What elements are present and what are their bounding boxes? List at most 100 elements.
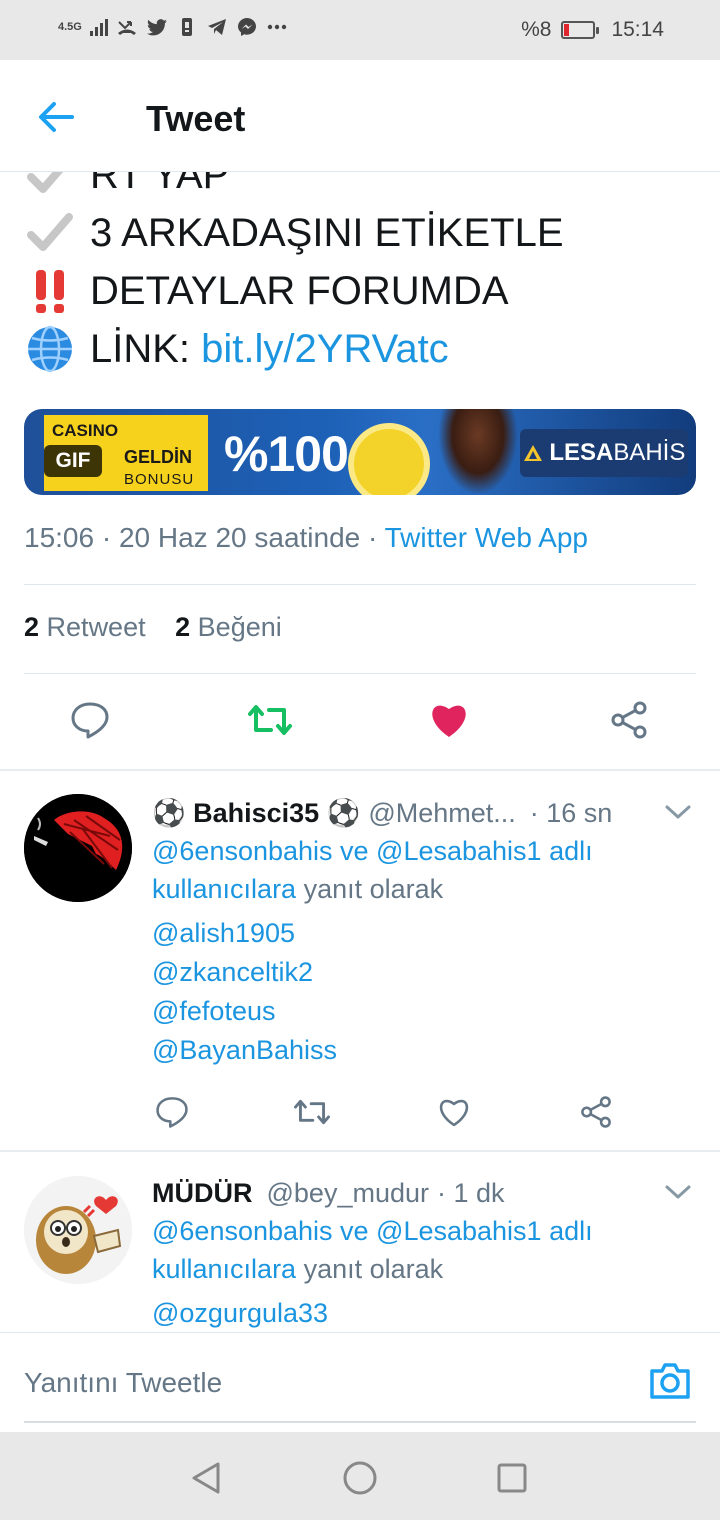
share-icon[interactable]	[603, 694, 655, 746]
tweet-line: LİNK: bit.ly/2YRVatc	[24, 320, 704, 378]
battery-percent: %8	[521, 18, 552, 41]
back-arrow-icon[interactable]	[36, 96, 78, 138]
app-header: Tweet	[0, 60, 720, 172]
like-heart-icon[interactable]	[423, 694, 475, 746]
tweet-media-gif[interactable]: CASINO GELDİN BONUSU GIF %100 LESABAHİS	[24, 409, 696, 495]
reply-mentions: @alish1905 @zkanceltik2 @fefoteus @Bayan…	[152, 914, 692, 1070]
like-label: Beğeni	[197, 612, 282, 642]
nav-back-icon[interactable]	[186, 1458, 226, 1498]
status-bar: 4.5G %8 15:14	[0, 0, 720, 60]
tweet-meta: 15:06 · 20 Haz 20 saatinde · Twitter Web…	[24, 522, 588, 554]
retweet-icon[interactable]	[292, 1092, 332, 1132]
more-icon	[266, 16, 288, 38]
retweet-count: 2	[24, 612, 40, 642]
brand-bold: LESA	[549, 439, 614, 466]
double-exclamation-icon	[24, 268, 76, 314]
reply-to-suffix: yanıt olarak	[296, 874, 444, 904]
check-mark-icon	[24, 213, 76, 253]
reply-tweet[interactable]: MÜDÜR @bey_mudur · 1 dk @6ensonbahis ve …	[0, 1152, 720, 1332]
tweet-line: DETAYLAR FORUMDA	[24, 262, 704, 320]
mention-link[interactable]: @fefoteus	[152, 992, 692, 1031]
avatar[interactable]	[24, 1176, 132, 1284]
sim-icon	[176, 16, 198, 38]
nav-recents-icon[interactable]	[492, 1458, 532, 1498]
brand-triangle-icon	[523, 445, 542, 461]
page-title: Tweet	[146, 98, 246, 139]
geldin-text: GELDİN	[124, 447, 193, 467]
tweet-source-link[interactable]: Twitter Web App	[385, 522, 588, 553]
casino-text: CASINO	[52, 421, 119, 440]
divider	[24, 673, 696, 674]
tweet-line-text: RT YAP	[90, 172, 230, 197]
camera-icon[interactable]	[648, 1361, 696, 1405]
reply-mentions: @ozgurgula33	[152, 1294, 692, 1332]
tweet-text: RT YAP 3 ARKADAŞINI ETİKETLE DETAYLAR FO…	[24, 172, 704, 378]
reply-compose-input[interactable]: Yanıtını Tweetle	[24, 1367, 222, 1399]
reply-actions	[152, 1092, 632, 1132]
retweet-icon[interactable]	[244, 694, 296, 746]
share-icon[interactable]	[576, 1092, 616, 1132]
mention-link[interactable]: @BayanBahiss	[152, 1031, 692, 1070]
reply-context: @6ensonbahis ve @Lesabahis1 adlı kullanı…	[152, 832, 692, 908]
reply-to-suffix: yanıt olarak	[296, 1254, 444, 1284]
chevron-down-icon[interactable]	[664, 802, 692, 822]
reply-content: ⚽ Bahisci35 ⚽ @Mehmet... · 16 sn @6enson…	[152, 794, 692, 1070]
reply-author-handle: @bey_mudur	[266, 1177, 430, 1208]
reply-compose-bar: Yanıtını Tweetle	[0, 1332, 720, 1432]
retweet-stat[interactable]: 2 Retweet	[24, 612, 146, 642]
reply-icon[interactable]	[64, 694, 116, 746]
reply-header: MÜDÜR @bey_mudur · 1 dk	[152, 1174, 692, 1212]
twitter-icon	[146, 16, 168, 38]
tweet-timestamp: 15:06 · 20 Haz 20 saatinde ·	[24, 522, 385, 553]
reply-author-name[interactable]: ⚽ Bahisci35 ⚽	[152, 797, 360, 829]
reply-author-handle: @Mehmet...	[368, 797, 516, 828]
tweet-actions	[0, 694, 720, 750]
reply-tweet[interactable]: ⚽ Bahisci35 ⚽ @Mehmet... · 16 sn @6enson…	[0, 772, 720, 1150]
mention-link[interactable]: @ozgurgula33	[152, 1294, 692, 1332]
tweet-stats: 2 Retweet 2 Beğeni	[24, 612, 282, 643]
chevron-down-icon[interactable]	[664, 1182, 692, 1202]
reply-author-name[interactable]: MÜDÜR	[152, 1178, 253, 1209]
like-stat[interactable]: 2 Beğeni	[175, 612, 282, 642]
tweet-line-text: DETAYLAR FORUMDA	[90, 269, 509, 313]
reply-time: · 1 dk	[437, 1177, 505, 1208]
tweet-line: 3 ARKADAŞINI ETİKETLE	[24, 204, 704, 262]
reply-icon[interactable]	[152, 1092, 192, 1132]
like-heart-icon[interactable]	[434, 1092, 474, 1132]
network-type: 4.5G	[58, 21, 82, 33]
compose-underline	[24, 1421, 696, 1423]
brand-logo: LESABAHİS	[520, 429, 688, 477]
signal-icon	[89, 18, 108, 36]
battery-icon	[561, 21, 600, 39]
tweet-line-clipped: RT YAP	[24, 172, 704, 204]
telegram-icon	[206, 16, 228, 38]
reply-header: ⚽ Bahisci35 ⚽ @Mehmet... · 16 sn	[152, 794, 692, 832]
like-count: 2	[175, 612, 191, 642]
mention-link[interactable]: @zkanceltik2	[152, 953, 692, 992]
status-left: 4.5G	[58, 16, 288, 38]
reply-content: MÜDÜR @bey_mudur · 1 dk @6ensonbahis ve …	[152, 1174, 692, 1332]
messenger-icon	[236, 16, 258, 38]
divider	[0, 769, 720, 771]
nav-home-icon[interactable]	[340, 1458, 380, 1498]
brand-light: BAHİS	[613, 439, 686, 466]
system-nav-bar	[0, 1432, 720, 1520]
check-mark-icon	[24, 172, 76, 195]
missed-call-icon	[116, 16, 138, 38]
bonus-text: BONUSU	[124, 471, 195, 488]
retweet-label: Retweet	[46, 612, 146, 642]
coin-graphic	[348, 423, 430, 495]
mention-link[interactable]: @alish1905	[152, 914, 692, 953]
model-graphic	[438, 409, 518, 495]
globe-icon	[24, 325, 76, 373]
reply-time: · 16 sn	[529, 797, 613, 828]
divider	[24, 584, 696, 585]
reply-context: @6ensonbahis ve @Lesabahis1 adlı kullanı…	[152, 1212, 692, 1288]
avatar[interactable]	[24, 794, 132, 902]
clock: 15:14	[611, 18, 664, 41]
tweet-line-text: LİNK:	[90, 327, 202, 371]
tweet-link[interactable]: bit.ly/2YRVatc	[201, 320, 449, 378]
tweet-line-text: 3 ARKADAŞINI ETİKETLE	[90, 211, 564, 255]
gif-badge: GIF	[44, 445, 102, 477]
status-right: %8 15:14	[521, 18, 664, 42]
